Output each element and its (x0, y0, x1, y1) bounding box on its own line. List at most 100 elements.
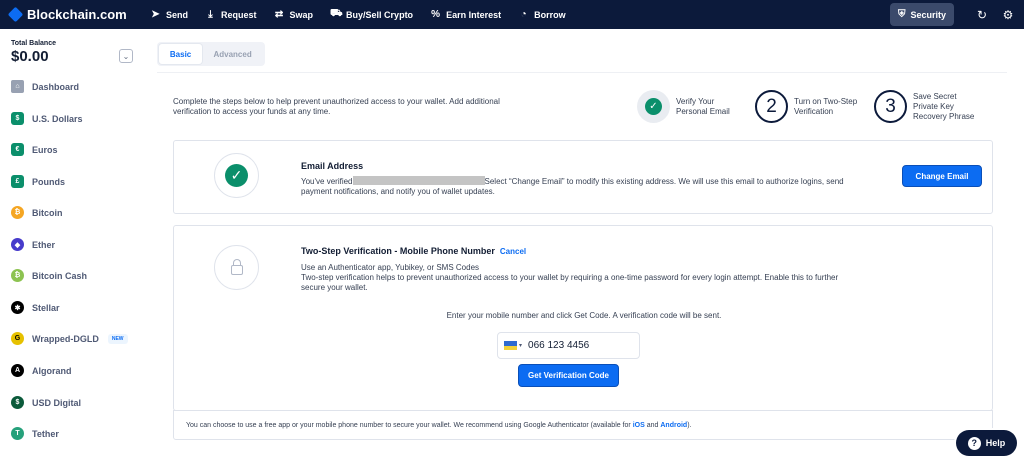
phone-input[interactable]: ▾ 066 123 4456 (497, 332, 640, 359)
nav-swap[interactable]: ⇄ Swap (274, 9, 313, 20)
step-number: 2 (755, 90, 788, 123)
nav-borrow-label: Borrow (534, 9, 566, 20)
step-line: Save Secret (913, 91, 957, 101)
download-icon: ⤓ (208, 9, 213, 20)
sidebar-item-usd[interactable]: $ U.S. Dollars (11, 112, 83, 125)
sidebar-item-pounds[interactable]: £ Pounds (11, 175, 65, 188)
tab-advanced[interactable]: Advanced (202, 44, 263, 64)
caret-down-icon[interactable]: ▾ (519, 342, 522, 349)
sidebar-item-tether[interactable]: T Tether (11, 427, 59, 440)
usd-icon: $ (11, 112, 24, 125)
lock-icon (230, 259, 243, 275)
nav-send[interactable]: ➤ Send (150, 9, 188, 20)
new-badge: NEW (107, 333, 128, 344)
change-email-button[interactable]: Change Email (902, 165, 982, 187)
swap-icon: ⇄ (274, 9, 284, 20)
sidebar-item-stellar[interactable]: ✱ Stellar (11, 301, 60, 314)
usd-digital-icon: $ (11, 396, 24, 409)
step-line: Verify Your (676, 96, 715, 106)
shield-icon: ⛨ (897, 9, 906, 20)
blockchain-logo-icon (7, 6, 24, 23)
security-button[interactable]: ⛨ Security (890, 3, 954, 26)
email-card: ✓ Email Address You've verified Select “C… (173, 140, 993, 214)
step-line: Verification (794, 106, 834, 116)
two-step-desc: Use an Authenticator app, Yubikey, or SM… (301, 263, 861, 293)
sidebar-item-label: Euros (32, 144, 58, 155)
check-icon: ✓ (225, 164, 248, 187)
sidebar-item-usd-digital[interactable]: $ USD Digital (11, 396, 81, 409)
total-balance-label: Total Balance (11, 40, 56, 47)
step-line: Personal Email (676, 106, 730, 116)
step-number: 3 (874, 90, 907, 123)
step-recovery-phrase: 3 Save Secret Private Key Recovery Phrase (874, 90, 974, 123)
sidebar-item-label: Wrapped-DGLD (32, 333, 99, 344)
ether-icon: ◆ (11, 238, 24, 251)
home-icon: ⌂ (11, 80, 24, 93)
phone-number-value[interactable]: 066 123 4456 (528, 340, 589, 351)
nav-right: ⛨ Security ↻ ⚙ (890, 3, 1016, 26)
step-label: Save Secret Private Key Recovery Phrase (913, 92, 974, 122)
main-content: Basic Advanced Complete the steps below … (142, 29, 1024, 467)
nav-borrow[interactable]: ◔ Borrow (518, 9, 566, 20)
sidebar-item-ether[interactable]: ◆ Ether (11, 238, 55, 251)
cancel-link[interactable]: Cancel (500, 247, 526, 256)
two-step-title-text: Two-Step Verification - Mobile Phone Num… (301, 246, 495, 256)
intro-text: Complete the steps below to help prevent… (173, 97, 500, 116)
ios-link[interactable]: iOS (633, 422, 645, 429)
get-verification-code-button[interactable]: Get Verification Code (518, 364, 619, 387)
sidebar-item-euros[interactable]: € Euros (11, 143, 58, 156)
chevron-down-icon[interactable]: ⌄ (119, 49, 133, 63)
paper-plane-icon: ➤ (151, 9, 160, 20)
email-card-title: Email Address (301, 161, 364, 171)
email-desc-before: You've verified (301, 177, 353, 186)
percent-icon: % (431, 9, 441, 20)
nav-request-label: Request (221, 9, 257, 20)
stellar-icon: ✱ (11, 301, 24, 314)
nav-items: ➤ Send ⤓ Request ⇄ Swap ⛟ Buy/Sell Crypto % E… (150, 8, 583, 21)
step-label: Verify Your Personal Email (676, 97, 730, 117)
two-step-card-title: Two-Step Verification - Mobile Phone Num… (301, 246, 526, 256)
step-line: Turn on Two-Step (794, 96, 858, 106)
sidebar: Total Balance $0.00 ⌄ ⌂ Dashboard $ U.S. D… (0, 29, 142, 467)
sidebar-item-algorand[interactable]: A Algorand (11, 364, 72, 377)
sidebar-item-bitcoin[interactable]: ₿ Bitcoin (11, 206, 63, 219)
two-step-instruction: Enter your mobile number and click Get C… (446, 311, 722, 320)
tab-basic[interactable]: Basic (159, 44, 203, 64)
footer-note-box: You can choose to use a free app or your… (173, 410, 993, 440)
nav-earn-interest-label: Earn Interest (446, 9, 502, 20)
gbp-icon: £ (11, 175, 24, 188)
sidebar-item-label: Algorand (32, 365, 72, 376)
step-verify-email: ✓ Verify Your Personal Email (637, 90, 730, 123)
gear-icon[interactable]: ⚙ (1000, 8, 1016, 22)
step-complete-indicator: ✓ (637, 90, 670, 123)
refresh-icon[interactable]: ↻ (974, 8, 990, 22)
sidebar-item-label: U.S. Dollars (32, 113, 83, 124)
sidebar-item-label: Bitcoin Cash (32, 270, 88, 281)
android-link[interactable]: Android (660, 422, 687, 429)
help-button[interactable]: ? Help (956, 430, 1017, 456)
email-status-icon: ✓ (214, 153, 259, 198)
nav-send-label: Send (166, 9, 189, 20)
sidebar-item-wrapped-dgld[interactable]: G Wrapped-DGLD NEW (11, 332, 128, 345)
eur-icon: € (11, 143, 24, 156)
ukraine-flag-icon[interactable] (504, 341, 517, 350)
sidebar-item-label: USD Digital (32, 397, 82, 408)
sidebar-item-label: Bitcoin (32, 207, 63, 218)
sidebar-item-bitcoin-cash[interactable]: ₿ Bitcoin Cash (11, 269, 87, 282)
security-tabs: Basic Advanced (157, 42, 265, 66)
sidebar-item-label: Tether (32, 428, 59, 439)
email-card-desc: You've verified Select “Change Email” to … (301, 176, 861, 197)
nav-buy-sell[interactable]: ⛟ Buy/Sell Crypto (330, 8, 413, 21)
step-two-step: 2 Turn on Two-Step Verification (755, 90, 857, 123)
sidebar-item-dashboard[interactable]: ⌂ Dashboard (11, 80, 79, 93)
step-line: Recovery Phrase (913, 111, 975, 121)
footer-note: You can choose to use a free app or your… (186, 422, 691, 429)
brand-logo[interactable]: Blockchain.com (7, 6, 150, 23)
two-step-line2: Two-step verification helps to prevent u… (301, 273, 839, 292)
nav-buy-sell-label: Buy/Sell Crypto (346, 9, 414, 20)
nav-earn-interest[interactable]: % Earn Interest (430, 9, 501, 20)
bitcoin-icon: ₿ (11, 206, 24, 219)
two-step-line1: Use an Authenticator app, Yubikey, or SM… (301, 263, 480, 272)
nav-request[interactable]: ⤓ Request (205, 9, 257, 20)
sidebar-item-label: Stellar (32, 302, 60, 313)
